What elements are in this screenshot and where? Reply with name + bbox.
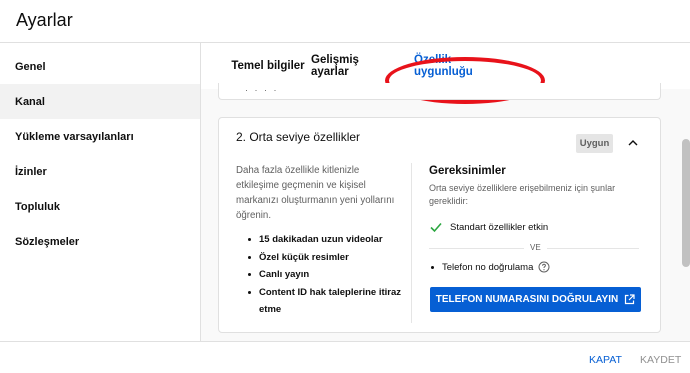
sidebar-item-topluluk[interactable]: Topluluk (0, 189, 200, 224)
scrollbar-thumb[interactable] (682, 139, 690, 267)
verify-phone-button-label: TELEFON NUMARASINI DOĞRULAYIN (435, 294, 619, 305)
tab-content: · · · · 2. Orta seviye özellikler Uygun … (201, 83, 690, 341)
requirements-title: Gereksinimler (429, 165, 506, 177)
dialog-footer: KAPAT KAYDET (0, 341, 690, 373)
requirement-met-label: Standart özellikler etkin (450, 221, 549, 233)
external-link-icon (625, 294, 635, 305)
dialog-header: Ayarlar (0, 0, 690, 43)
sidebar-item-kanal[interactable]: Kanal (0, 84, 200, 119)
requirements-description: Orta seviye özelliklere erişebilmeniz iç… (429, 183, 616, 206)
bullet-dot (431, 265, 434, 269)
settings-dialog: Ayarlar Genel Kanal Yükleme varsayılanla… (0, 0, 690, 373)
settings-sidebar: Genel Kanal Yükleme varsayılanları İzinl… (0, 43, 201, 341)
feature-item: Canlı yayın (236, 266, 416, 284)
status-badge: Uygun (576, 134, 613, 153)
truncated-text: · · · · (245, 85, 279, 95)
and-separator: VE (429, 242, 639, 254)
dialog-title: Ayarlar (16, 10, 73, 30)
previous-card-edge: · · · · (218, 83, 661, 100)
and-label: VE (524, 242, 547, 254)
settings-main: Temel bilgiler Gelişmiş ayarlar Özellik … (201, 43, 690, 341)
save-button[interactable]: KAYDET (640, 354, 681, 366)
sidebar-item-genel[interactable]: Genel (0, 49, 200, 84)
feature-item: 15 dakikadan uzun videolar (236, 231, 416, 249)
sidebar-item-yukleme-varsayilanlari[interactable]: Yükleme varsayılanları (0, 119, 200, 154)
column-divider (411, 163, 412, 323)
card-description: Daha fazla özellikle kitlenizle etkileşi… (236, 165, 395, 221)
chevron-up-icon[interactable] (627, 137, 639, 149)
intermediate-features-card: 2. Orta seviye özellikler Uygun Daha faz… (218, 117, 661, 333)
sidebar-item-sozlesmeler[interactable]: Sözleşmeler (0, 224, 200, 259)
checkmark-icon (430, 222, 442, 233)
close-button[interactable]: KAPAT (589, 354, 622, 366)
requirement-pending-row: Telefon no doğrulama (429, 260, 550, 274)
sidebar-item-izinler[interactable]: İzinler (0, 154, 200, 189)
feature-item: Özel küçük resimler (236, 249, 416, 267)
help-icon[interactable] (538, 261, 550, 273)
content-scrollbar[interactable] (681, 89, 690, 341)
requirement-pending-label: Telefon no doğrulama (442, 261, 534, 273)
verify-phone-button[interactable]: TELEFON NUMARASINI DOĞRULAYIN (430, 287, 641, 312)
card-title: 2. Orta seviye özellikler (236, 130, 361, 144)
requirement-met-row: Standart özellikler etkin (429, 220, 548, 234)
feature-list: 15 dakikadan uzun videolar Özel küçük re… (236, 231, 416, 319)
feature-item: Content ID hak taleplerine itiraz etme (236, 284, 416, 319)
